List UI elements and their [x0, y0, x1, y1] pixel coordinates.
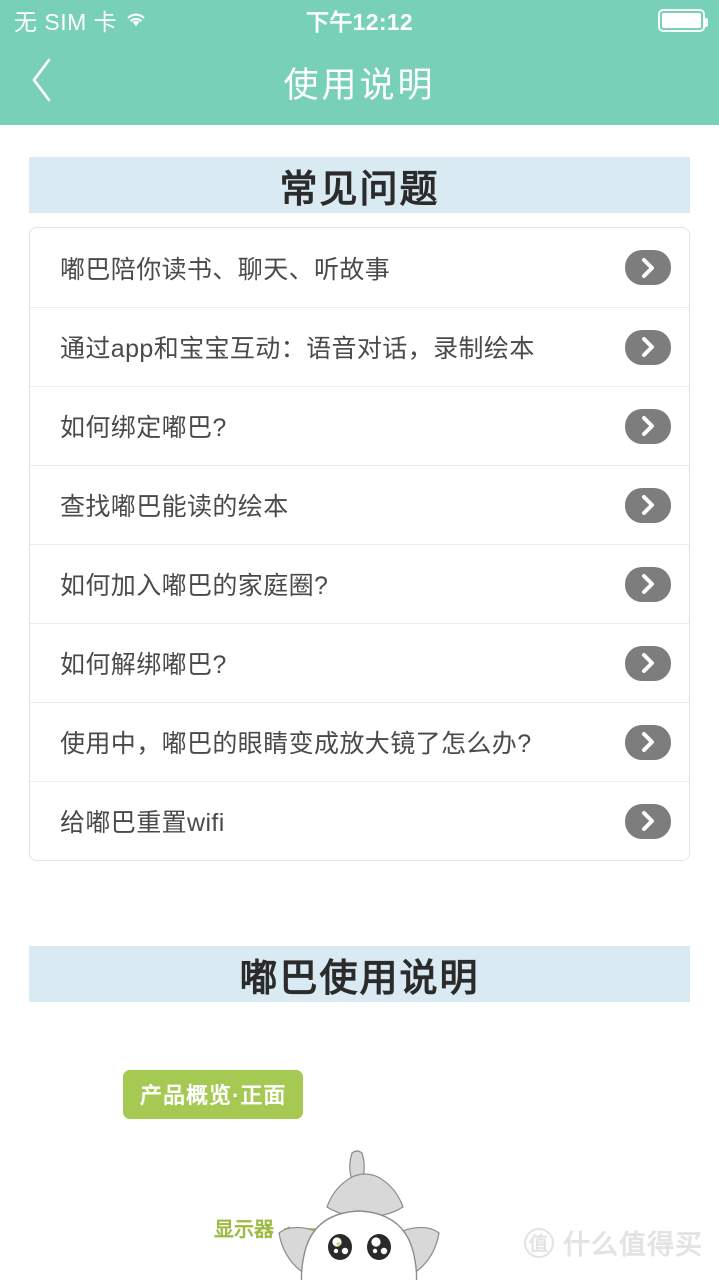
app-screen: 无 SIM 卡 下午12:12 使用说明 常见问题 嘟巴陪你读书、聊天、听故事 … — [0, 0, 719, 1280]
faq-item-label: 如何绑定嘟巴? — [60, 414, 227, 442]
navigation-bar: 使用说明 — [0, 40, 719, 125]
callout-label-text: 显示器 — [214, 1218, 275, 1241]
faq-list: 嘟巴陪你读书、聊天、听故事 通过app和宝宝互动：语音对话，录制绘本 如何绑定嘟… — [29, 227, 690, 861]
faq-item-label: 给嘟巴重置wifi — [60, 809, 225, 837]
list-item[interactable]: 使用中，嘟巴的眼睛变成放大镜了怎么办? — [30, 702, 689, 781]
list-item[interactable]: 给嘟巴重置wifi — [30, 781, 689, 860]
faq-item-label: 查找嘟巴能读的绘本 — [60, 493, 289, 521]
status-bar-left: 无 SIM 卡 — [14, 3, 148, 37]
battery-full-icon — [658, 8, 708, 32]
faq-item-label: 通过app和宝宝互动：语音对话，录制绘本 — [60, 335, 535, 363]
chevron-left-icon — [28, 56, 56, 109]
chevron-right-icon[interactable] — [625, 645, 671, 681]
list-item[interactable]: 嘟巴陪你读书、聊天、听故事 — [30, 228, 689, 307]
wifi-icon — [124, 7, 148, 34]
manual-section: 嘟巴使用说明 产品概览·正面 显示器 — [0, 946, 719, 1280]
faq-section-title: 常见问题 — [279, 168, 440, 211]
chevron-right-icon[interactable] — [625, 408, 671, 444]
manual-section-header: 嘟巴使用说明 — [29, 946, 690, 1002]
chevron-right-icon[interactable] — [625, 250, 671, 285]
battery-level-fill — [662, 12, 701, 28]
back-button[interactable] — [14, 55, 70, 111]
faq-section: 常见问题 嘟巴陪你读书、聊天、听故事 通过app和宝宝互动：语音对话，录制绘本 — [0, 157, 719, 861]
product-overview-badge-wrap: 产品概览·正面 — [0, 1070, 719, 1119]
chevron-right-icon[interactable] — [625, 566, 671, 602]
list-item[interactable]: 查找嘟巴能读的绘本 — [30, 465, 689, 544]
chevron-right-icon[interactable] — [625, 803, 671, 839]
carrier-label: 无 SIM 卡 — [14, 9, 118, 35]
manual-section-title: 嘟巴使用说明 — [239, 957, 480, 1000]
page-title: 使用说明 — [283, 66, 436, 105]
chevron-right-icon[interactable] — [625, 329, 671, 365]
faq-section-header: 常见问题 — [29, 157, 690, 213]
faq-item-label: 嘟巴陪你读书、聊天、听故事 — [60, 255, 391, 284]
faq-item-label: 如何加入嘟巴的家庭圈? — [60, 572, 329, 600]
faq-item-label: 使用中，嘟巴的眼睛变成放大镜了怎么办? — [60, 730, 532, 758]
list-item[interactable]: 如何解绑嘟巴? — [30, 623, 689, 702]
duba-robot-illustration: 显示器 — [0, 1145, 719, 1280]
list-item[interactable]: 通过app和宝宝互动：语音对话，录制绘本 — [30, 307, 689, 386]
list-item[interactable]: 如何加入嘟巴的家庭圈? — [30, 544, 689, 623]
faq-item-label: 如何解绑嘟巴? — [60, 651, 227, 679]
status-bar-right — [658, 8, 708, 32]
status-badge: 产品概览·正面 — [123, 1070, 304, 1119]
status-bar: 无 SIM 卡 下午12:12 — [0, 0, 719, 40]
chevron-right-icon[interactable] — [625, 487, 671, 523]
chevron-right-icon[interactable] — [625, 724, 671, 760]
list-item[interactable]: 如何绑定嘟巴? — [30, 386, 689, 465]
